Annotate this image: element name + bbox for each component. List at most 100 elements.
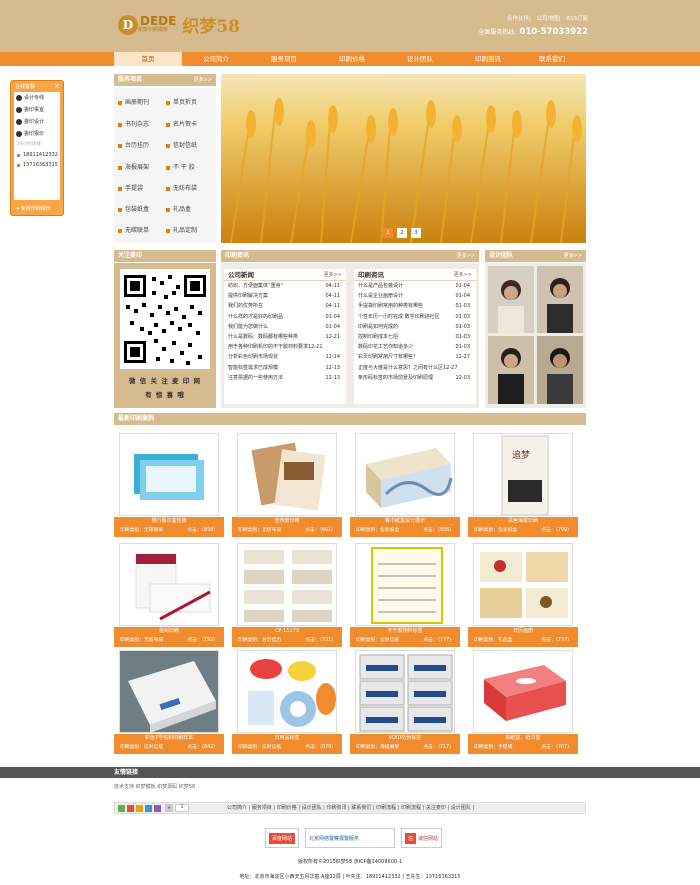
qq-contact[interactable]: 委印报价 <box>14 128 60 140</box>
news-row[interactable]: 什么样的才是好的印刷品 01-04 <box>224 311 346 322</box>
share-icon[interactable] <box>145 805 152 812</box>
qq-contact[interactable]: 设计专线 <box>14 92 60 104</box>
service-item[interactable]: 信封信纸 <box>166 141 197 151</box>
news-row[interactable]: 正度与大度是什么意思？之间有什么区12-27 <box>354 363 476 373</box>
team-more[interactable]: 更多>> <box>564 250 582 262</box>
service-item[interactable]: 台历挂历 <box>118 141 149 151</box>
header: D DEDE 织梦印刷模板 织梦58 合作伙伴| 公司地图| RSS订阅 全国服… <box>0 0 700 52</box>
case-card[interactable]: 日用品标签 印刷类别：信封信纸 点击：（879） <box>232 650 342 754</box>
nav-services[interactable]: 服务项目 <box>250 52 318 66</box>
nav-team[interactable]: 设计团队 <box>386 52 454 66</box>
case-card[interactable]: CP-11173 印刷类别：台历挂历 点击：（731） <box>232 543 342 647</box>
news-row[interactable]: 什么是企业画册设计 01-04 <box>354 291 476 302</box>
slide-dot[interactable]: 3 <box>411 228 421 238</box>
industry-news-more[interactable]: 更多>> <box>454 269 472 281</box>
news-row[interactable]: 彩页印刷常用尺寸有哪些？ 12-27 <box>354 352 476 363</box>
case-card[interactable]: VOID防伪标签 印刷类别：海报展架 点击：（717） <box>350 650 460 754</box>
news-row[interactable]: 控制印刷成本七招 01-03 <box>354 331 476 343</box>
team-photo[interactable] <box>537 266 583 333</box>
share-icon[interactable] <box>136 805 143 812</box>
service-item[interactable]: 不 干 胶 <box>166 163 195 173</box>
service-item[interactable]: 手提袋 <box>118 184 143 194</box>
service-item[interactable]: 礼品定制 <box>166 226 197 236</box>
case-card[interactable]: 信封印刷 印刷类别：无纺布袋 点击：（792） <box>114 543 224 647</box>
news-row[interactable]: 分析彩色印刷市场现状 12-14 <box>224 352 346 363</box>
case-card[interactable]: 银行餐巾盒包装 印刷类别：无碳联单 点击：（858） <box>114 433 224 537</box>
case-image <box>119 543 219 626</box>
news-row[interactable]: 用于各种印刷机印的不干胶材料要求12-21 <box>224 342 346 352</box>
top-link[interactable]: 公司地图 <box>537 16 559 22</box>
phone-number: 13716363315 <box>14 160 60 170</box>
news-row[interactable]: 我们的优势所在 04-11 <box>224 301 346 312</box>
services-list: 画册期刊 单页折页 书刊杂志 名片贺卡 台历挂历 信封信纸 海报展架 不 干 胶… <box>114 88 216 243</box>
logo[interactable]: D DEDE 织梦印刷模板 织梦58 <box>118 12 240 37</box>
services-more[interactable]: 更多>> <box>194 74 212 86</box>
service-item[interactable]: 无碳联单 <box>118 226 149 236</box>
news-row[interactable]: 我们能为您做什么 01-04 <box>224 321 346 332</box>
share-icon[interactable] <box>154 805 161 812</box>
news-row[interactable]: 条形码标签的市场前景及印刷原理 12-03 <box>354 372 476 383</box>
banner-slide[interactable] <box>221 74 586 243</box>
service-item[interactable]: 礼品盒 <box>166 205 191 215</box>
slide-dot[interactable]: 2 <box>397 228 407 238</box>
news-row[interactable]: 智能标签需求已成规模 12-13 <box>224 362 346 373</box>
badge-baidu[interactable]: 百度网站 <box>265 828 300 848</box>
share-icon[interactable] <box>127 805 134 812</box>
address: 地址：北京市海淀区小西天五月华庭 A座12层 | 叶先生：18911412332… <box>239 874 461 880</box>
plus-icon[interactable]: + <box>165 804 173 812</box>
badge-label: 北京网络警察报警服务 <box>309 835 360 842</box>
case-card[interactable]: 追梦 清宫海报印刷 印刷类别：包装纸盒 点击：（799） <box>468 433 578 537</box>
service-item[interactable]: 包装纸盒 <box>118 205 149 215</box>
nav-home[interactable]: 首页 <box>114 52 182 66</box>
service-item[interactable]: 单页折页 <box>166 98 197 108</box>
news-row[interactable]: 纺织、方便面集体“重身” 04-11 <box>224 281 346 292</box>
news-row[interactable]: 什么是产品包装设计 01-04 <box>354 281 476 292</box>
qq-contact[interactable]: 委印事宜 <box>14 104 60 116</box>
follow-head: 关注麦印 <box>114 250 216 262</box>
news-row[interactable]: 提供印刷解决方案 04-11 <box>224 291 346 302</box>
top-link[interactable]: RSS订阅 <box>566 16 588 22</box>
service-item[interactable]: 海报展架 <box>118 163 149 173</box>
slide-dot[interactable]: 1 <box>383 228 393 238</box>
team-photo[interactable] <box>488 336 534 404</box>
footer-nav-links[interactable]: 公司简介 | 服务项目 | 印刷价格 | 设计团队 | 印刷资讯 | 联系我们 … <box>227 803 474 813</box>
nav-contact[interactable]: 联系我们 <box>518 52 586 66</box>
team-photo[interactable] <box>488 266 534 333</box>
quote-link[interactable]: ➜ 免费印刷报价 <box>15 205 51 212</box>
news-row[interactable]: 什么是数码：数码都有哪些种类 12-21 <box>224 331 346 343</box>
case-image <box>355 433 455 516</box>
news-row[interactable]: 印刷是如何完成的 01-03 <box>354 321 476 332</box>
service-item[interactable]: 画册期刊 <box>118 98 149 108</box>
case-card[interactable]: 抽纸盒、纸巾盒 印刷类别：手提袋 点击：（707） <box>468 650 578 754</box>
case-card[interactable]: 不干胶物料标签 印刷类别：信封信纸 点击：（777） <box>350 543 460 647</box>
service-item[interactable]: 书刊杂志 <box>118 120 149 130</box>
friend-links-head: 友情链接 <box>0 767 700 778</box>
case-card[interactable]: 餐巾纸盒设计展示 印刷类别：包装纸盒 点击：（808） <box>350 433 460 537</box>
nav-about[interactable]: 公司简介 <box>182 52 250 66</box>
float-title: 在线客服 <box>15 84 36 90</box>
company-news-more[interactable]: 更多>> <box>324 269 342 281</box>
nav-news[interactable]: 印刷资讯 <box>454 52 522 66</box>
service-item[interactable]: 名片贺卡 <box>166 120 197 130</box>
service-item[interactable]: 无纺布袋 <box>166 184 197 194</box>
friend-links[interactable]: 技术支持 织梦模板 织梦源码 织梦58 <box>114 783 195 790</box>
hotline-label: 全国服务热线: <box>478 29 517 36</box>
news-row[interactable]: 注意票据的一些使用方法 12-13 <box>224 372 346 383</box>
print-news-more[interactable]: 更多>> <box>457 250 475 262</box>
team-photo[interactable] <box>537 336 583 404</box>
top-link[interactable]: 合作伙伴 <box>507 16 529 22</box>
case-image <box>119 650 219 733</box>
news-row[interactable]: 手提袋印刷常用的种类有哪些 01-03 <box>354 301 476 312</box>
news-row[interactable]: 个性年历一小时完成 数字印刷进社区 01-03 <box>354 311 476 322</box>
close-icon[interactable]: × <box>54 82 60 90</box>
qq-contact[interactable]: 委印设计 <box>14 116 60 128</box>
news-row[interactable]: 数码印花工艺你知道多少 01-03 <box>354 342 476 353</box>
case-card[interactable]: 宣传册印刷 印刷类别：无纺布袋 点击：（661） <box>232 433 342 537</box>
nav-prices[interactable]: 印刷价格 <box>318 52 386 66</box>
badge-trust[interactable]: 信诚信网站 <box>401 828 443 848</box>
case-title: 日历画册 <box>512 628 533 634</box>
case-card[interactable]: 日历画册 印刷类别：礼品盒 点击：（737） <box>468 543 578 647</box>
badge-police[interactable]: 北京网络警察报警服务 <box>305 828 396 848</box>
case-card[interactable]: 彩色7号信封印刷样本 印刷类别：信封信纸 点击：（842） <box>114 650 224 754</box>
share-icon[interactable] <box>118 805 125 812</box>
